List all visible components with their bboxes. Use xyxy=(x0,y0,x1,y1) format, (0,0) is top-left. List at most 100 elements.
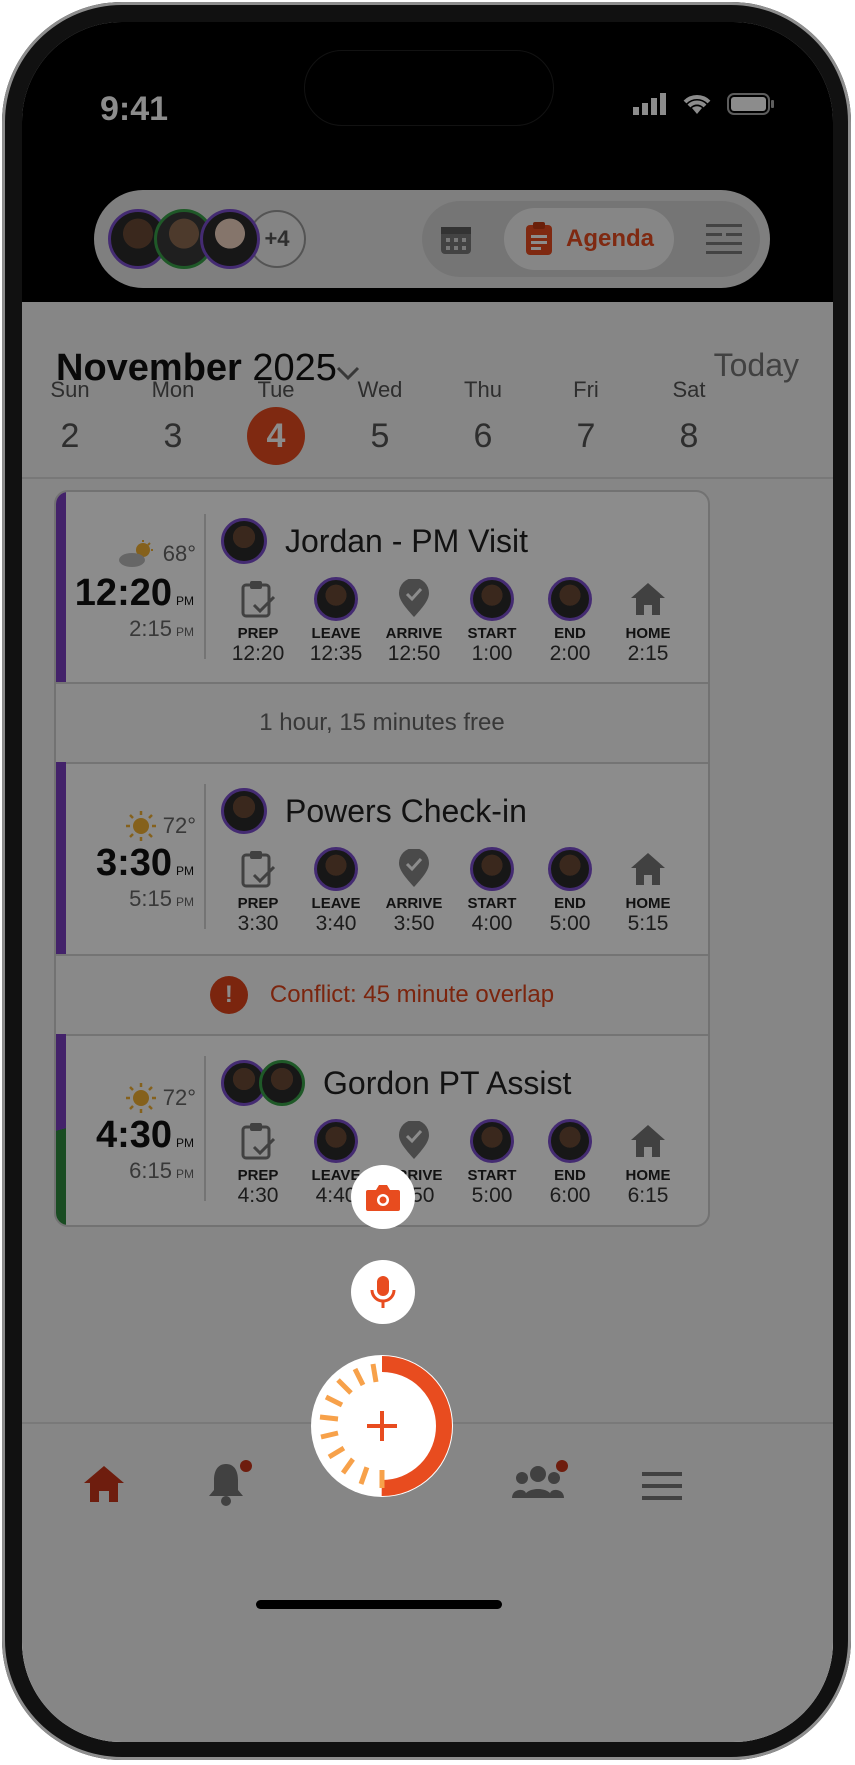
step-arrive[interactable]: ARRIVE 3:50 xyxy=(375,847,453,936)
step-end[interactable]: END 5:00 xyxy=(531,847,609,936)
avatar xyxy=(221,788,267,834)
member-color-stripe xyxy=(56,1034,66,1225)
event-steps: PREP4:30 LEAVE4:40 ARRIVE4:50 START5:00 … xyxy=(219,1119,687,1208)
temperature: 68° xyxy=(162,541,196,566)
divider xyxy=(22,477,833,479)
step-label: END xyxy=(554,895,586,912)
signal-icon xyxy=(633,93,666,115)
add-progress-ring-icon xyxy=(312,1356,452,1496)
step-time: 3:30 xyxy=(237,912,279,935)
step-time: 5:00 xyxy=(549,912,591,935)
day-number: 4 xyxy=(247,407,305,465)
menu-icon[interactable] xyxy=(642,1472,682,1500)
step-start[interactable]: START 4:00 xyxy=(453,847,531,936)
calendar-view-icon[interactable] xyxy=(438,221,474,257)
end-time: 2:15 PM xyxy=(129,616,194,642)
clipboard-check-icon xyxy=(241,581,276,618)
step-time: 2:15 xyxy=(627,642,669,665)
start-time-value: 3:30 xyxy=(95,842,172,884)
step-time: 4:00 xyxy=(471,912,513,935)
conflict-row[interactable]: ! Conflict: 45 minute overlap xyxy=(56,954,708,1036)
divider xyxy=(204,1056,206,1201)
top-bar: 9:41 +4 Agenda xyxy=(22,22,833,302)
day-sun[interactable]: Sun 2 xyxy=(30,377,110,456)
day-wed[interactable]: Wed 5 xyxy=(340,377,420,456)
day-tue-selected[interactable]: Tue 4 xyxy=(236,377,316,465)
ampm: PM xyxy=(176,1167,194,1181)
avatar[interactable] xyxy=(200,209,260,269)
step-home[interactable]: HOME 6:15 xyxy=(609,1119,687,1208)
member-color-stripe xyxy=(56,762,66,954)
agenda-label: Agenda xyxy=(565,225,654,252)
microphone-button[interactable] xyxy=(351,1260,415,1324)
family-avatars[interactable]: +4 xyxy=(108,209,306,269)
start-time: 4:30 PM xyxy=(96,1114,194,1157)
camera-button[interactable] xyxy=(351,1165,415,1229)
week-strip: Sun 2 Mon 3 Tue 4 Wed 5 Thu 6 Fri 7 Sat 8 xyxy=(22,377,833,477)
notifications-tab[interactable] xyxy=(206,1460,252,1511)
location-check-icon xyxy=(399,1121,429,1159)
avatar xyxy=(470,577,514,621)
day-of-week: Sun xyxy=(50,377,90,402)
step-prep[interactable]: PREP 3:30 xyxy=(219,847,297,936)
event-card[interactable]: 68° 12:20 PM 2:15 PM Jordan - PM Visit PRE… xyxy=(56,492,708,682)
day-number: 2 xyxy=(60,417,80,455)
event-time-box: 72° 3:30 PM 5:15 PM xyxy=(66,762,204,954)
notification-dot xyxy=(556,1460,568,1472)
step-label: END xyxy=(554,625,586,642)
avatar xyxy=(470,1119,514,1163)
event-steps: PREP 3:30 LEAVE 3:40 ARRIVE 3:50 START 4:00 … xyxy=(219,847,687,936)
screen: 9:41 +4 Agenda November 2025 Today Sun 2… xyxy=(22,22,833,1742)
step-prep[interactable]: PREP 12:20 xyxy=(219,577,297,666)
add-button[interactable] xyxy=(311,1355,453,1497)
day-thu[interactable]: Thu 6 xyxy=(443,377,523,456)
step-start[interactable]: START 5:00 xyxy=(453,1119,531,1208)
step-start[interactable]: START 1:00 xyxy=(453,577,531,666)
event-avatars xyxy=(221,1060,305,1106)
event-title: Jordan - PM Visit xyxy=(285,522,529,559)
home-icon xyxy=(631,1125,665,1157)
day-of-week: Sat xyxy=(672,377,706,402)
step-leave[interactable]: LEAVE 12:35 xyxy=(297,577,375,666)
step-time: 5:00 xyxy=(471,1184,513,1207)
step-arrive[interactable]: ARRIVE 12:50 xyxy=(375,577,453,666)
step-prep[interactable]: PREP 4:30 xyxy=(219,1119,297,1208)
day-mon[interactable]: Mon 3 xyxy=(133,377,213,456)
day-number: 8 xyxy=(679,417,699,455)
step-end[interactable]: END 6:00 xyxy=(531,1119,609,1208)
location-check-icon xyxy=(399,849,429,887)
day-of-week: Wed xyxy=(357,377,403,402)
divider xyxy=(204,784,206,929)
step-time: 3:50 xyxy=(393,912,435,935)
tab-agenda[interactable]: Agenda xyxy=(503,208,674,270)
day-sat[interactable]: Sat 8 xyxy=(649,377,729,456)
battery-icon xyxy=(727,93,774,115)
end-time-value: 6:15 xyxy=(129,1158,172,1183)
step-label: HOME xyxy=(625,1167,671,1184)
end-time: 6:15 PM xyxy=(129,1158,194,1184)
step-home[interactable]: HOME 5:15 xyxy=(609,847,687,936)
event-time-box: 72° 4:30 PM 6:15 PM xyxy=(66,1034,204,1225)
family-tab[interactable] xyxy=(512,1460,568,1505)
step-label: START xyxy=(467,895,517,912)
home-tab-icon[interactable] xyxy=(82,1464,126,1504)
step-time: 12:20 xyxy=(231,642,285,665)
camera-icon xyxy=(366,1185,400,1211)
avatar xyxy=(314,847,358,891)
day-number: 3 xyxy=(163,417,183,455)
event-card[interactable]: 72° 3:30 PM 5:15 PM Powers Check-in PREP 3:… xyxy=(56,762,708,954)
day-of-week: Fri xyxy=(573,377,599,402)
end-time: 5:15 PM xyxy=(129,886,194,912)
day-fri[interactable]: Fri 7 xyxy=(546,377,626,456)
day-number: 5 xyxy=(370,417,390,455)
avatar xyxy=(548,1119,592,1163)
step-leave[interactable]: LEAVE 3:40 xyxy=(297,847,375,936)
partly-cloudy-icon xyxy=(118,540,153,567)
clipboard-check-icon xyxy=(241,851,276,888)
step-home[interactable]: HOME 2:15 xyxy=(609,577,687,666)
list-view-icon[interactable] xyxy=(704,221,744,257)
temperature: 72° xyxy=(162,1085,196,1110)
step-end[interactable]: END 2:00 xyxy=(531,577,609,666)
avatar xyxy=(221,518,267,564)
start-time-value: 12:20 xyxy=(74,572,172,614)
